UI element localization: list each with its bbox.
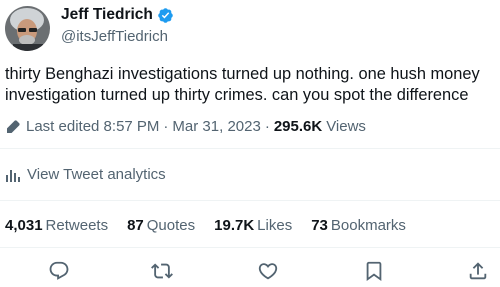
like-button[interactable]	[257, 260, 279, 282]
share-button[interactable]	[467, 260, 489, 282]
avatar[interactable]	[5, 6, 50, 51]
likes-count: 19.7K	[214, 217, 255, 234]
bookmark-icon	[366, 261, 382, 282]
meta-separator: ·	[163, 118, 169, 135]
tweet-text: thirty Benghazi investigations turned up…	[5, 65, 480, 104]
view-analytics-link[interactable]: View Tweet analytics	[5, 166, 166, 183]
bookmarks-stat[interactable]: 73 Bookmarks	[311, 217, 406, 234]
retweet-button[interactable]	[151, 260, 173, 282]
likes-label: Likes	[257, 217, 293, 234]
retweet-icon	[151, 263, 173, 279]
tweet: Jeff Tiedrich @itsJeffTiedrich thirty Be…	[0, 0, 500, 287]
author-name-row[interactable]: Jeff Tiedrich	[61, 6, 174, 24]
views-count: 295.6K	[273, 118, 323, 135]
bookmarks-label: Bookmarks	[330, 217, 406, 234]
views-label: Views	[326, 118, 366, 135]
reply-button[interactable]	[48, 260, 70, 282]
quotes-stat[interactable]: 87 Quotes	[127, 217, 195, 234]
like-icon	[258, 263, 278, 280]
divider	[0, 200, 500, 201]
quotes-count: 87	[127, 217, 144, 234]
retweets-label: Retweets	[45, 217, 109, 234]
retweets-stat[interactable]: 4,031 Retweets	[5, 217, 108, 234]
bookmarks-count: 73	[311, 217, 328, 234]
analytics-icon	[5, 167, 21, 183]
view-analytics-label: View Tweet analytics	[27, 166, 166, 183]
divider	[0, 148, 500, 149]
share-icon	[469, 262, 487, 280]
author-display-name[interactable]: Jeff Tiedrich	[61, 6, 153, 24]
retweets-count: 4,031	[5, 217, 43, 234]
meta-separator-2: ·	[264, 118, 270, 135]
last-edited-link[interactable]: Last edited 8:57 PM	[26, 118, 159, 135]
likes-stat[interactable]: 19.7K Likes	[214, 217, 292, 234]
tweet-meta: Last edited 8:57 PM · Mar 31, 2023 · 295…	[5, 118, 366, 135]
bookmark-button[interactable]	[363, 260, 385, 282]
reply-icon	[49, 261, 69, 280]
edit-pencil-icon	[5, 119, 21, 135]
quotes-label: Quotes	[146, 217, 196, 234]
verified-badge-icon	[157, 7, 174, 24]
divider	[0, 247, 500, 248]
engagement-stats: 4,031 Retweets 87 Quotes 19.7K Likes 73 Book…	[5, 217, 425, 234]
author-handle[interactable]: @itsJeffTiedrich	[61, 28, 168, 45]
tweet-date[interactable]: Mar 31, 2023	[172, 118, 260, 135]
tweet-actions	[0, 258, 500, 284]
